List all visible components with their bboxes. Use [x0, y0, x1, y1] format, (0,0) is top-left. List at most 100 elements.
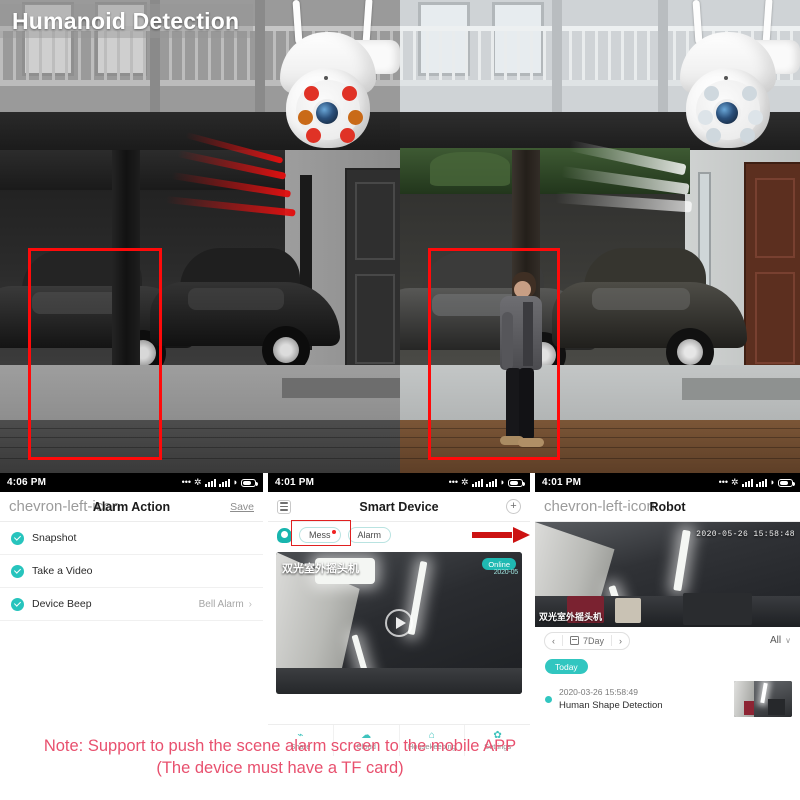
date-picker[interactable]: ‹ 7Day › — [544, 631, 631, 650]
chevron-right-icon[interactable]: › — [249, 599, 252, 610]
prev-day-button[interactable]: ‹ — [545, 636, 562, 646]
event-title: Human Shape Detection — [559, 699, 663, 711]
row-label: Take a Video — [32, 565, 93, 577]
white-led — [748, 110, 763, 125]
signal-icon-2 — [218, 478, 230, 487]
wifi-icon: ◗ — [499, 477, 505, 487]
battery-icon — [778, 478, 795, 487]
ir-led — [298, 110, 313, 125]
row-label: Snapshot — [32, 532, 77, 544]
photo-night-detection — [0, 0, 400, 473]
status-time: 4:01 PM — [542, 477, 582, 488]
phone-alarm-action: 4:06 PM ••• ✲ ◗ chevron-left-icon Alarm … — [0, 473, 263, 756]
date-filter-row: ‹ 7Day › All ∨ — [535, 627, 800, 654]
phone-robot-events: 4:01 PM ••• ✲ ◗ chevron-left-icon Robot — [535, 473, 800, 756]
white-led — [698, 110, 713, 125]
white-led — [704, 86, 719, 101]
nav-bar: Smart Device + — [268, 492, 530, 522]
status-bar: 4:01 PM ••• ✲ ◗ — [535, 473, 800, 492]
feed-device-name: 双光室外摇头机 — [282, 563, 359, 575]
nav-bar: chevron-left-icon Alarm Action Save — [0, 492, 263, 522]
camera-lens — [316, 102, 338, 124]
date-range-label: 7Day — [583, 635, 605, 646]
camera-lens — [716, 102, 738, 124]
bluetooth-icon: ✲ — [461, 477, 469, 487]
ir-led — [348, 110, 363, 125]
filter-chip-row: Mess Alarm — [268, 520, 530, 548]
status-time: 4:06 PM — [7, 477, 47, 488]
ir-led — [304, 86, 319, 101]
white-led — [740, 128, 755, 143]
event-timestamp: 2020-03-26 15:58:49 — [559, 686, 638, 697]
more-dots-icon: ••• — [718, 477, 729, 487]
event-dot-icon — [545, 696, 552, 703]
photo-strip — [0, 0, 800, 473]
status-time: 4:01 PM — [275, 477, 315, 488]
back-button[interactable]: chevron-left-icon — [544, 499, 655, 514]
signal-icon-1 — [741, 478, 753, 487]
chip-alarm[interactable]: Alarm — [347, 527, 392, 543]
event-list-item[interactable]: 2020-03-26 15:58:49 Human Shape Detectio… — [535, 675, 800, 717]
video-timestamp: 2020-05-26 15:58:48 — [696, 530, 795, 539]
feed-date: 2020-05 — [493, 569, 518, 576]
signal-icon-1 — [471, 478, 483, 487]
row-value: Bell Alarm — [198, 598, 244, 610]
chip-label: Alarm — [357, 530, 382, 540]
save-button[interactable]: Save — [230, 501, 254, 513]
more-dots-icon: ••• — [181, 477, 192, 487]
ir-led — [342, 86, 357, 101]
next-day-button[interactable]: › — [612, 636, 629, 646]
wifi-icon: ◗ — [232, 477, 238, 487]
nav-bar: chevron-left-icon Robot — [535, 492, 800, 522]
status-bar: 4:06 PM ••• ✲ ◗ — [0, 473, 263, 492]
detection-box-left — [28, 248, 162, 460]
highlight-box — [291, 520, 351, 546]
page-title: Humanoid Detection — [12, 7, 240, 34]
nav-title: Smart Device — [359, 499, 439, 514]
status-bar: 4:01 PM ••• ✲ ◗ — [268, 473, 530, 492]
calendar-icon — [570, 636, 579, 645]
list-item-take-a-video[interactable]: Take a Video — [0, 555, 263, 588]
back-button[interactable]: chevron-left-icon — [9, 499, 120, 514]
detection-box-right — [428, 248, 560, 460]
white-led — [742, 86, 757, 101]
bluetooth-icon: ✲ — [194, 477, 202, 487]
signal-icon-2 — [485, 478, 497, 487]
play-icon[interactable] — [385, 609, 413, 637]
more-dots-icon: ••• — [448, 477, 459, 487]
list-item-device-beep[interactable]: Device Beep Bell Alarm › — [0, 588, 263, 621]
pointer-arrow-icon — [472, 527, 530, 543]
list-item-snapshot[interactable]: Snapshot — [0, 522, 263, 555]
phone-smart-device: 4:01 PM ••• ✲ ◗ Smart Device + Mess Alar… — [268, 473, 530, 756]
note-line-1: Note: Support to push the scene alarm sc… — [43, 737, 517, 755]
live-video-feed[interactable]: 2020-05-26 15:58:48 双光室外摇头机 — [535, 522, 800, 627]
photo-day-detection — [400, 0, 800, 473]
feed-device-name: 双光室外摇头机 — [539, 612, 603, 622]
device-video-feed[interactable]: 双光室外摇头机 Online 2020-05 — [276, 552, 522, 694]
page-root: Humanoid Detection 4:06 PM ••• ✲ ◗ chevr… — [0, 0, 800, 800]
camera-device-left — [272, 0, 400, 156]
row-label: Device Beep — [32, 598, 92, 610]
date-range-selector[interactable]: 7Day — [563, 636, 611, 646]
type-filter-dropdown[interactable]: All ∨ — [770, 635, 791, 646]
ir-led — [306, 128, 321, 143]
today-badge: Today — [545, 659, 588, 674]
signal-icon-2 — [755, 478, 767, 487]
check-icon[interactable] — [11, 564, 24, 578]
banner-title-bar: Humanoid Detection — [0, 4, 254, 38]
battery-icon — [508, 478, 525, 487]
hamburger-icon[interactable] — [277, 499, 291, 514]
filter-label: All — [770, 635, 782, 646]
check-icon[interactable] — [11, 597, 24, 611]
wifi-icon: ◗ — [769, 477, 775, 487]
note-text: Note: Support to push the scene alarm sc… — [0, 735, 560, 780]
check-icon[interactable] — [11, 531, 24, 545]
signal-icon-1 — [204, 478, 216, 487]
camera-icon — [277, 527, 292, 543]
note-line-2: (The device must have a TF card) — [156, 759, 404, 778]
ir-led — [340, 128, 355, 143]
chevron-down-icon: ∨ — [785, 636, 791, 645]
camera-device-right — [672, 0, 800, 156]
event-thumbnail[interactable] — [734, 680, 792, 717]
add-device-button[interactable]: + — [506, 499, 521, 514]
